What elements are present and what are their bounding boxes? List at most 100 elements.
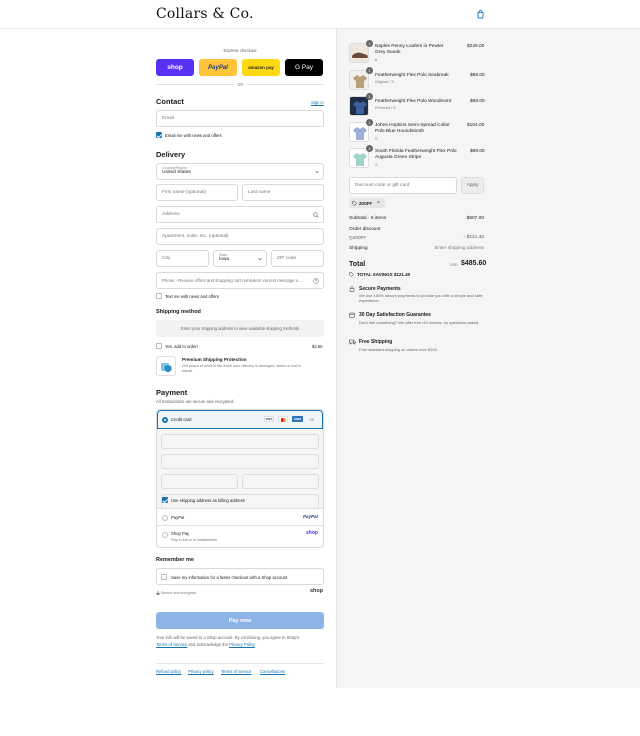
legal-text: Your info will be saved to a Shop accoun…: [156, 635, 324, 648]
address-field[interactable]: Address: [156, 206, 324, 223]
item-price: $228.00: [467, 44, 485, 49]
shipping-placeholder: Enter your shipping address to view avai…: [156, 320, 324, 337]
credit-card-radio[interactable]: [162, 417, 168, 423]
secure-encrypted-text: Secure and encrypted: [161, 591, 197, 595]
order-discount-label: Order discount: [349, 227, 381, 232]
delivery-heading: Delivery: [156, 150, 186, 159]
protection-description: Get peace of mind in the event your deli…: [182, 364, 302, 373]
total-savings: TOTAL SAVINGS $121.40: [357, 272, 411, 277]
divider: [157, 525, 323, 526]
name-on-card-field[interactable]: [161, 454, 319, 469]
quantity-badge: 1: [366, 67, 373, 74]
express-checkout-title: Express checkout: [223, 48, 257, 53]
shopping-bag-icon[interactable]: [476, 10, 485, 19]
country-select[interactable]: Country/Region United States: [156, 163, 324, 180]
polo-shirt-icon: [353, 127, 367, 140]
discount-chip: 20OFF ×: [349, 198, 385, 208]
phone-field[interactable]: Phone - Receive offers and shopping cart…: [156, 272, 324, 289]
amex-icon: AMEX: [292, 416, 303, 422]
billing-same-checkbox[interactable]: [162, 497, 168, 503]
item-name: Featherweight Flex Polo Woodmont: [375, 99, 452, 104]
tag-icon: [349, 272, 354, 277]
subtotal-row: Subtotal · 5 items $607.00: [349, 216, 484, 221]
product-thumbnail: [349, 148, 369, 168]
first-name-field[interactable]: First name (optional): [156, 184, 238, 201]
zip-field[interactable]: ZIP code: [271, 250, 324, 267]
order-discount-code-text: 20OFF: [353, 235, 367, 240]
discount-chip-code: 20OFF: [359, 200, 373, 206]
payment-heading: Payment: [156, 388, 188, 397]
legal-line: Your info will be saved to a Shop accoun…: [156, 635, 300, 640]
sign-in-link[interactable]: Sign in: [311, 100, 324, 105]
shipping-method-heading: Shipping method: [156, 309, 201, 315]
pay-now-button[interactable]: Pay now: [156, 612, 324, 629]
email-field[interactable]: Email: [156, 110, 324, 127]
payment-subtitle: All transactions are secure and encrypte…: [156, 399, 235, 404]
privacy-policy-link[interactable]: Privacy Policy: [229, 642, 255, 647]
terms-footer-link[interactable]: Terms of service: [221, 669, 251, 674]
search-icon: [313, 212, 319, 218]
apartment-field[interactable]: Apartment, suite, etc. (optional): [156, 228, 324, 245]
apply-button[interactable]: Apply: [461, 177, 484, 194]
paypal-button[interactable]: PayPal: [199, 59, 237, 76]
terms-of-service-link[interactable]: Terms of Service: [156, 642, 187, 647]
calendar-icon: [349, 312, 355, 318]
item-name: Featherweight Flex Polo Seabreak: [375, 73, 449, 78]
shipping-protection-label: Yes, add to order!: [165, 344, 198, 349]
text-news-label: Text me with news and offers: [165, 294, 219, 299]
shop-pay-logo: shop: [306, 530, 318, 536]
privacy-policy-footer-link[interactable]: Privacy policy: [188, 669, 214, 674]
product-thumbnail: [349, 43, 369, 63]
product-thumbnail: [349, 96, 369, 116]
item-price: $104.00: [467, 123, 485, 128]
shop-pay-button[interactable]: shop: [156, 59, 194, 76]
item-price: $99.00: [470, 149, 485, 154]
cancellations-link[interactable]: Cancellations: [260, 669, 285, 674]
refund-policy-link[interactable]: Refund policy: [156, 669, 181, 674]
city-field[interactable]: City: [156, 250, 209, 267]
help-icon[interactable]: [313, 278, 319, 284]
last-name-field[interactable]: Last name: [242, 184, 324, 201]
perk-description: Don't like something? We offer free US r…: [359, 320, 480, 325]
brand-logo[interactable]: Collars & Co.: [156, 6, 254, 22]
remember-me-checkbox[interactable]: [161, 574, 167, 580]
google-pay-button[interactable]: G Pay: [285, 59, 323, 76]
discount-code-field[interactable]: Discount code or gift card: [349, 177, 457, 194]
billing-same-label: Use shipping address as billing address: [171, 498, 245, 503]
paypal-label: PayPal: [171, 515, 185, 520]
currency-label: USD: [450, 263, 458, 267]
product-thumbnail: [349, 122, 369, 142]
chevron-down-icon: [258, 257, 262, 261]
remove-discount-icon[interactable]: ×: [377, 200, 380, 206]
subtotal-label: Subtotal · 5 items: [349, 216, 387, 221]
paypal-logo: PayPal: [303, 514, 318, 519]
expiration-field[interactable]: [161, 474, 238, 489]
total-value: $485.60: [461, 260, 487, 267]
quantity-badge: 1: [366, 119, 373, 126]
shop-pay-radio[interactable]: [162, 532, 168, 538]
text-news-checkbox[interactable]: [156, 293, 162, 299]
amazon-pay-button[interactable]: amazon pay: [242, 59, 280, 76]
mastercard-icon: [278, 416, 288, 422]
lock-icon: [349, 286, 355, 292]
shipping-protection-checkbox[interactable]: [156, 343, 162, 349]
polo-shirt-icon: [353, 75, 367, 88]
security-code-field[interactable]: [242, 474, 319, 489]
more-cards-badge: +3: [309, 417, 314, 422]
phone-placeholder: Phone - Receive offers and shopping cart…: [162, 278, 302, 283]
loafer-icon: [352, 52, 368, 58]
item-price: $88.00: [470, 73, 485, 78]
state-select[interactable]: State Iowa: [213, 250, 267, 267]
email-news-checkbox[interactable]: [156, 132, 162, 138]
card-number-field[interactable]: [161, 434, 319, 449]
shipping-value: Enter shipping address: [434, 246, 484, 251]
item-name: Naples Penny Loafers in Pewter Grey Sued…: [375, 44, 444, 56]
or-separator: OR: [234, 82, 247, 87]
item-name: South Florida Featherweight Flex Polo Au…: [375, 149, 457, 161]
divider: [157, 508, 323, 509]
shop-pay-label: Shop Pay: [171, 531, 190, 536]
item-variant: Preloved / S: [375, 106, 396, 110]
credit-card-label: Credit card: [171, 417, 192, 422]
paypal-radio[interactable]: [162, 515, 168, 521]
order-discount-row: 20OFF - $121.40: [349, 235, 484, 241]
